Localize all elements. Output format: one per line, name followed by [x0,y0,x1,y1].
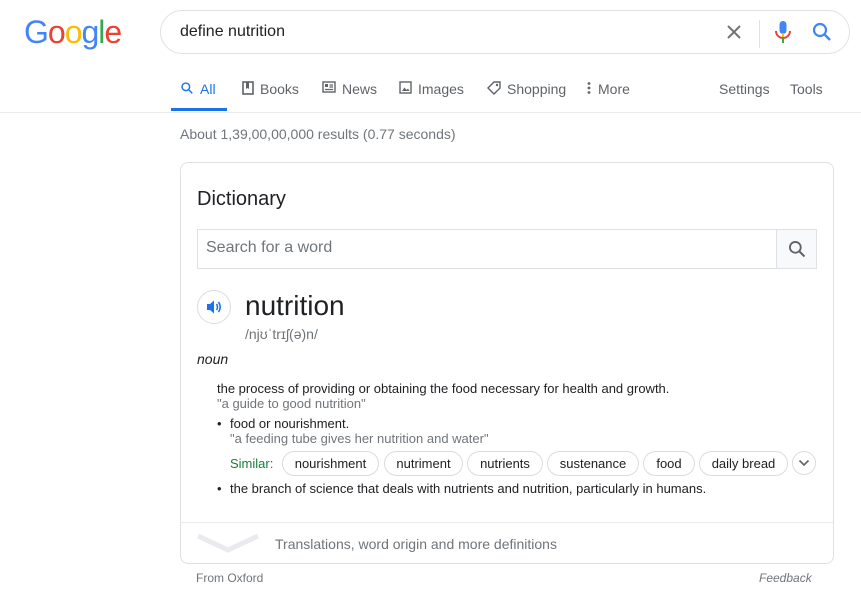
logo-letter-g: G [24,14,49,50]
search-divider [759,20,760,48]
word-search-placeholder[interactable]: Search for a word [206,239,332,257]
chevron-down-icon[interactable] [196,532,260,554]
logo-letter-o1: o [47,14,66,50]
search-icon [181,82,193,94]
expand-similar-button[interactable] [792,451,816,475]
logo-letter-e: e [104,14,122,50]
similar-chip[interactable]: nourishment [282,451,379,476]
example-1: "a guide to good nutrition" [217,396,366,411]
bullet: • [217,481,222,496]
similar-label: Similar: [230,456,274,471]
word-search-button[interactable] [776,229,817,269]
tab-news[interactable]: News [322,81,377,111]
similar-chip[interactable]: nutriment [384,451,463,476]
definition-1: the process of providing or obtaining th… [217,381,670,396]
header-divider [0,112,861,113]
card-divider [181,522,833,523]
dictionary-card [180,162,834,564]
tools-label: Tools [790,81,823,97]
similar-chip[interactable]: sustenance [547,451,639,476]
bullet: • [217,416,222,431]
tab-label: More [598,81,630,97]
search-icon[interactable] [810,20,834,44]
tab-label: News [342,81,378,97]
more-definitions-link[interactable]: Translations, word origin and more defin… [275,536,557,552]
close-icon[interactable] [722,20,746,44]
result-stats: About 1,39,00,00,000 results (0.77 secon… [180,126,456,142]
settings-link[interactable]: Settings [719,81,770,111]
microphone-icon[interactable] [771,19,795,45]
tab-images[interactable]: Images [399,81,464,111]
more-vert-icon [587,82,591,94]
tab-all[interactable]: All [180,81,216,111]
chevron-down-icon [798,459,810,467]
headword: nutrition [245,290,345,321]
tab-label: All [200,81,216,97]
logo-letter-g2: g [81,14,99,50]
settings-label: Settings [719,81,770,97]
similar-chip[interactable]: food [643,451,695,476]
tools-link[interactable]: Tools [790,81,823,111]
feedback-link[interactable]: Feedback [759,571,812,585]
tab-label: Books [260,81,299,97]
pronounce-button[interactable] [197,290,231,324]
phonetic: /njʊˈtrɪʃ(ə)n/ [245,326,318,342]
search-input[interactable]: define nutrition [180,23,285,41]
image-icon [399,81,412,94]
definition-3: the branch of science that deals with nu… [230,481,707,496]
google-logo[interactable]: Google [24,14,122,51]
tab-books[interactable]: Books [242,81,299,111]
book-icon [242,81,254,95]
tag-icon [487,81,501,95]
similar-chip[interactable]: nutrients [467,451,543,476]
tab-more[interactable]: More [586,81,630,111]
dictionary-title: Dictionary [197,188,286,210]
similar-chip[interactable]: daily bread [699,451,788,476]
part-of-speech: noun [197,351,229,367]
logo-letter-o2: o [64,14,83,50]
news-icon [322,81,336,93]
tab-label: Shopping [507,81,567,97]
tab-label: Images [418,81,464,97]
source-label: From Oxford [196,571,264,585]
example-2: "a feeding tube gives her nutrition and … [230,431,489,446]
tab-shopping[interactable]: Shopping [487,81,566,111]
definition-2: food or nourishment. [230,416,350,431]
search-icon [789,241,806,258]
active-tab-indicator [171,108,227,111]
speaker-icon [207,300,222,314]
